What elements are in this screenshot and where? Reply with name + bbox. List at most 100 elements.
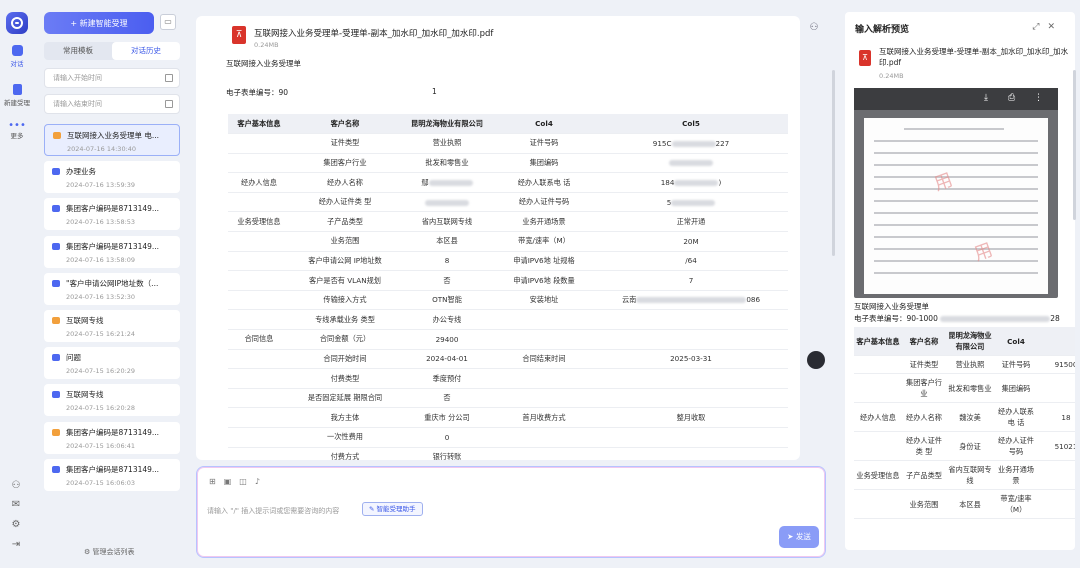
expand-icon[interactable]: ⤢ — [1032, 22, 1047, 32]
table-cell: 我方主体 — [290, 407, 400, 428]
history-title: "客户申请公网IP地址数（... — [66, 278, 159, 288]
table-cell — [494, 329, 594, 350]
table-cell — [854, 355, 902, 374]
table-cell: 子产品类型 — [902, 460, 946, 490]
rail-item-new-accept[interactable]: 新建受理 — [0, 84, 34, 107]
table-cell: 915C 227 — [594, 133, 788, 154]
history-date: 2024-07-16 13:52:30 — [66, 292, 136, 301]
history-date: 2024-07-16 13:58:09 — [66, 255, 136, 264]
table-cell: 身份证 — [946, 431, 994, 461]
redacted-text — [940, 316, 1051, 322]
table-row: 合同开始时间 2024-04-01 合同结束时间 2025-03-31 — [228, 349, 788, 370]
history-item[interactable]: 集团客户编码是8713149... 2024-07-15 16:06:41 — [44, 421, 180, 454]
table-cell: 批发和零售业 — [946, 373, 994, 403]
table-row: 付费类型 季度预付 — [228, 368, 788, 389]
settings-icon[interactable]: ⚙ — [10, 519, 22, 531]
table-cell: 季度预付 — [400, 368, 494, 389]
table-cell — [494, 368, 594, 389]
picture-icon[interactable]: ◫ — [239, 477, 247, 486]
close-icon[interactable]: ✕ — [1047, 22, 1063, 32]
doc-number: 电子表单编号：90 — [226, 88, 289, 97]
table-cell — [594, 427, 788, 448]
panel-scrollbar[interactable] — [1073, 70, 1076, 220]
file-name[interactable]: 互联网接入业务受理单-受理单-副本_加水印_加水印_加水印.pdf — [254, 27, 493, 39]
app-logo — [6, 12, 28, 34]
history-item[interactable]: 集团客户编码是8713149... 2024-07-16 13:58:53 — [44, 198, 180, 231]
panel-file-name[interactable]: 互联网接入业务受理单-受理单-副本_加水印_加水印_加水印.pdf — [879, 46, 1069, 68]
grid-icon[interactable]: ⊞ — [209, 477, 216, 486]
table-cell — [228, 290, 290, 311]
table-cell — [594, 388, 788, 409]
image-icon[interactable]: ▣ — [224, 477, 232, 486]
rail-item-chat[interactable]: 对话 — [0, 45, 34, 68]
history-title: 集团客户编码是8713149... — [66, 464, 160, 474]
print-icon[interactable]: ⎙ — [1008, 93, 1015, 103]
table-cell: 业务范围 — [290, 231, 400, 252]
pdf-icon: ⊼ — [232, 26, 246, 44]
manage-sessions-link[interactable]: ⚙ 管理会话列表 — [84, 547, 135, 557]
table-cell: 否 — [400, 270, 494, 291]
table-cell: 合同金额（元） — [290, 329, 400, 350]
mail-icon[interactable]: ✉ — [10, 499, 22, 511]
main-scrollbar[interactable] — [832, 70, 835, 256]
table-cell: 魏汝美 — [946, 402, 994, 432]
table-cell: 经办人名称 — [290, 172, 400, 193]
table-cell: 营业执照 — [946, 355, 994, 374]
table-cell: 营业执照 — [400, 133, 494, 154]
logo-icon — [11, 17, 23, 29]
table-row: 是否固定延展 期限合同否 — [228, 388, 788, 409]
history-item[interactable]: 办理业务 2024-07-16 13:59:39 — [44, 161, 180, 194]
tab-history[interactable]: 对话历史 — [112, 42, 180, 60]
tab-templates[interactable]: 常用模板 — [44, 42, 112, 60]
toggle-panel-button[interactable]: ▭ — [160, 14, 176, 30]
history-item[interactable]: 互联网专线 2024-07-15 16:21:24 — [44, 310, 180, 342]
table-cell — [1038, 460, 1075, 490]
send-button[interactable]: ➤ 发送 — [779, 526, 819, 548]
table-cell: 证件类型 — [290, 133, 400, 154]
history-item[interactable]: 互联网接入业务受理单 电... 2024-07-16 14:30:40 — [44, 124, 180, 156]
table-header: 客户基本信息 — [854, 327, 902, 356]
table-cell: 经办人信息 — [228, 172, 290, 193]
table-cell: 集团编码 — [994, 373, 1038, 403]
table-cell: 51021 — [1038, 431, 1075, 461]
chat-input[interactable]: 请输入 "/" 插入提示词或您需要咨询的内容 — [207, 506, 339, 516]
user-icon[interactable]: ⚇ — [808, 22, 820, 34]
end-date-input[interactable]: 请输入结束时间 — [44, 94, 180, 114]
chat-icon — [52, 317, 60, 324]
more-dots-icon: ••• — [8, 120, 26, 131]
table-cell — [494, 447, 594, 460]
mic-icon[interactable]: ♪ — [255, 477, 260, 486]
table-cell: 带宽/速率（M） — [994, 489, 1038, 519]
pdf-preview[interactable]: ⤓ ⎙ ⋮ 用 用 — [854, 88, 1058, 298]
table-cell — [228, 270, 290, 291]
history-item[interactable]: "客户申请公网IP地址数（... 2024-07-16 13:52:30 — [44, 272, 180, 305]
table-cell: 整月收取 — [594, 407, 788, 428]
user-icon[interactable]: ⚇ — [10, 480, 22, 492]
new-accept-button[interactable]: + 新建智能受理 — [44, 12, 154, 34]
table-row: 经办人信息 经办人名称鄢经办人联系电 话 184) — [228, 172, 788, 193]
history-item[interactable]: 问题 2024-07-15 16:20:29 — [44, 347, 180, 380]
rail-item-more[interactable]: ••• 更多 — [0, 120, 34, 141]
document-view: ⊼ 互联网接入业务受理单-受理单-副本_加水印_加水印_加水印.pdf 0.24… — [196, 16, 800, 460]
table-cell — [494, 388, 594, 409]
assistant-chip[interactable]: ✎ 智能受理助手 — [362, 502, 423, 516]
start-date-input[interactable]: 请输入开始时间 — [44, 68, 180, 88]
download-icon[interactable]: ⤓ — [984, 93, 988, 103]
table-cell: 集团客户行业 — [902, 373, 946, 403]
table-cell: 带宽/速率（M） — [494, 231, 594, 252]
watermark-stamp: 用 — [931, 169, 956, 196]
table-header: Col5 — [594, 114, 788, 135]
menu-icon[interactable]: ⋮ — [1034, 93, 1043, 103]
table-row: 一次性费用 0 — [228, 427, 788, 448]
table-cell: 客户申请公网 IP地址数 — [290, 251, 400, 272]
table-cell — [594, 153, 788, 174]
table-header: Col4 — [994, 327, 1038, 356]
history-item[interactable]: 集团客户编码是8713149... 2024-07-16 13:58:09 — [44, 235, 180, 268]
panel-title: 输入解析预览 — [855, 25, 910, 35]
collapse-icon[interactable]: ⇥ — [10, 539, 22, 551]
floating-dot[interactable] — [807, 351, 825, 369]
history-item[interactable]: 集团客户编码是8713149... 2024-07-15 16:06:03 — [44, 458, 180, 491]
table-cell: 重庆市 分公司 — [400, 407, 494, 428]
history-date: 2024-07-15 16:06:41 — [66, 441, 136, 450]
history-item[interactable]: 互联网专线 2024-07-15 16:20:28 — [44, 384, 180, 417]
